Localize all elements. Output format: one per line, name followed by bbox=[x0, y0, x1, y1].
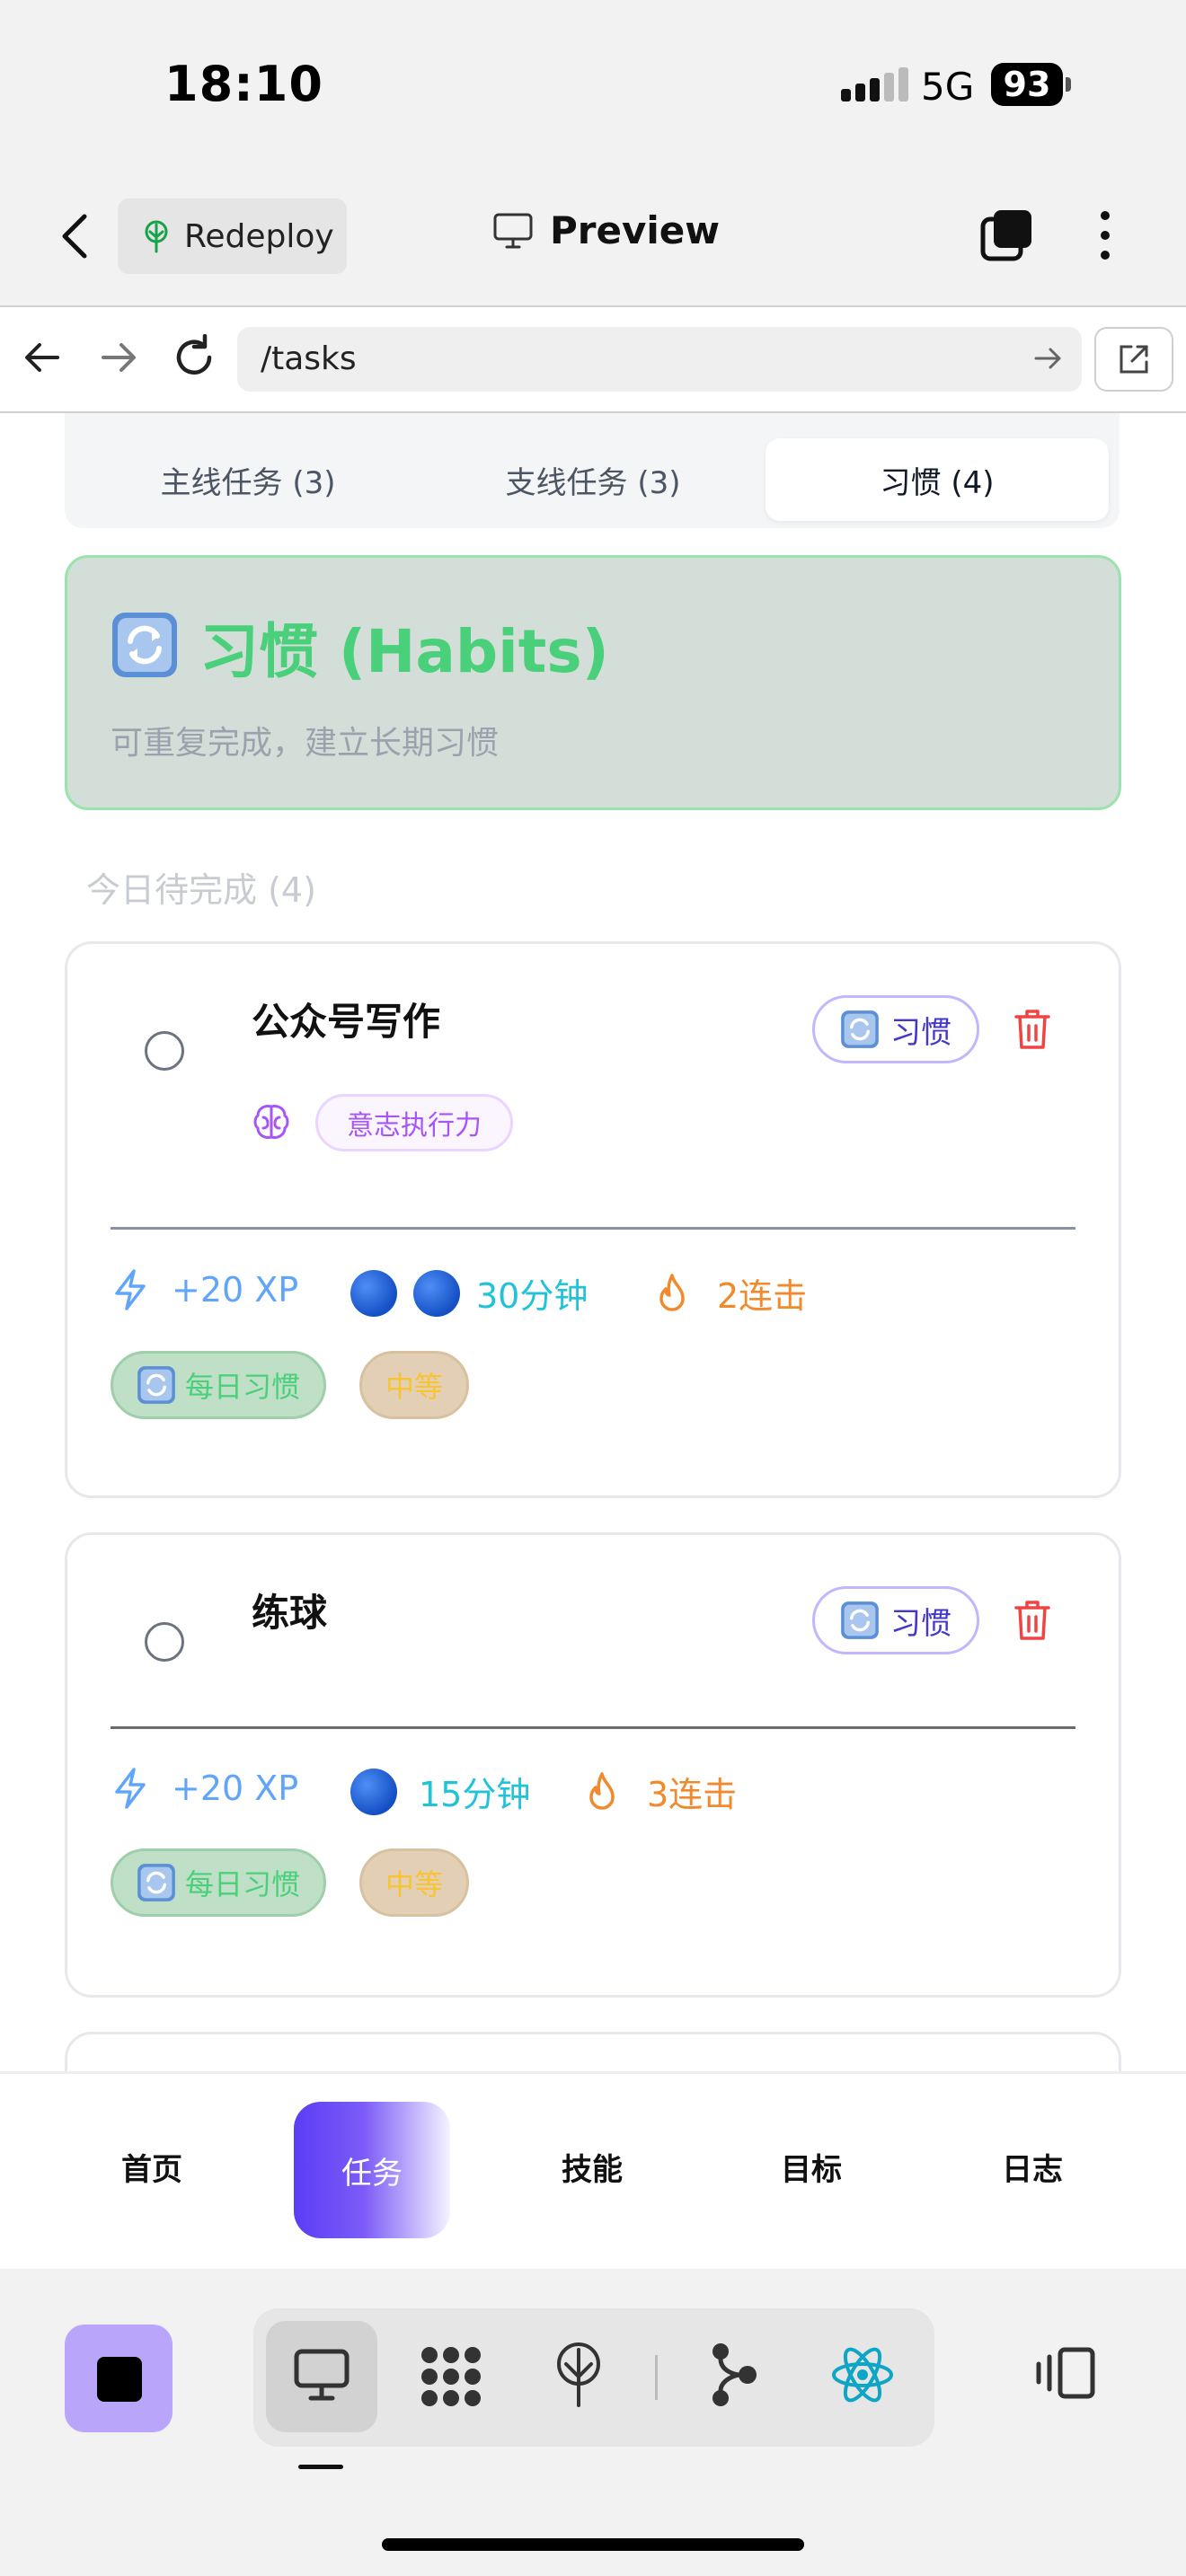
redeploy-label: Redeploy bbox=[184, 217, 334, 255]
tabs-icon[interactable] bbox=[979, 208, 1033, 262]
tab-main-quests[interactable]: 主线任务 (3) bbox=[83, 438, 413, 521]
url-text[interactable]: /tasks bbox=[261, 340, 357, 377]
arrow-right-icon[interactable] bbox=[1031, 342, 1064, 375]
xp-stat: +20 XP bbox=[111, 1767, 298, 1810]
nav-item-journal[interactable]: 日志 bbox=[956, 2145, 1109, 2189]
skill-chip: 意志执行力 bbox=[315, 1094, 513, 1151]
preview-title: Preview bbox=[492, 208, 720, 252]
refresh-emoji-icon bbox=[137, 1864, 175, 1901]
section-label: 今日待完成 (4) bbox=[86, 870, 316, 910]
time-value: 15分钟 bbox=[419, 1775, 531, 1814]
daily-habit-tag: 每日习惯 bbox=[111, 1848, 327, 1917]
reload-icon[interactable] bbox=[171, 334, 217, 381]
battery-tip bbox=[1066, 77, 1071, 92]
xp-value: +20 XP bbox=[172, 1769, 299, 1808]
difficulty-tag: 中等 bbox=[359, 1848, 470, 1917]
nav-back-icon[interactable] bbox=[22, 336, 65, 379]
habit-type-label: 习惯 bbox=[890, 1605, 951, 1642]
banner-subtitle: 可重复完成，建立长期习惯 bbox=[111, 725, 500, 762]
brain-icon bbox=[253, 1105, 289, 1139]
status-time: 18:10 bbox=[164, 56, 323, 112]
home-indicator bbox=[382, 2538, 804, 2551]
fire-icon bbox=[659, 1273, 685, 1311]
refresh-emoji-icon bbox=[137, 1366, 175, 1404]
streak-value: 3连击 bbox=[647, 1775, 738, 1814]
difficulty-tag: 中等 bbox=[359, 1351, 470, 1419]
stop-icon bbox=[97, 2357, 142, 2402]
trash-icon[interactable] bbox=[1013, 1599, 1052, 1642]
tab-side-quests[interactable]: 支线任务 (3) bbox=[428, 438, 758, 521]
habit-type-badge: 习惯 bbox=[812, 995, 979, 1063]
daily-habit-tag: 每日习惯 bbox=[111, 1351, 327, 1419]
tree-icon[interactable] bbox=[552, 2341, 606, 2409]
blue-circle-icon bbox=[350, 1768, 397, 1815]
streak-stat: 3连击 bbox=[584, 1767, 737, 1816]
more-icon[interactable] bbox=[1094, 208, 1116, 262]
daily-habit-label: 每日习惯 bbox=[185, 1370, 301, 1404]
panel-icon[interactable] bbox=[1033, 2344, 1098, 2402]
monitor-icon bbox=[493, 213, 533, 248]
nav-item-skills[interactable]: 技能 bbox=[516, 2145, 668, 2189]
blue-circle-icon bbox=[413, 1269, 460, 1317]
complete-checkbox[interactable] bbox=[145, 1622, 184, 1662]
streak-value: 2连击 bbox=[717, 1276, 808, 1316]
back-icon[interactable] bbox=[54, 211, 97, 261]
react-icon[interactable] bbox=[830, 2342, 895, 2407]
nav-forward-icon[interactable] bbox=[96, 336, 139, 379]
nav-item-tasks[interactable]: 任务 bbox=[294, 2102, 450, 2238]
preview-label: Preview bbox=[550, 208, 721, 252]
streak-stat: 2连击 bbox=[654, 1268, 807, 1318]
fire-icon bbox=[589, 1771, 615, 1810]
nav-item-goals[interactable]: 目标 bbox=[735, 2145, 888, 2189]
time-stat: 15分钟 bbox=[350, 1767, 530, 1816]
habit-type-label: 习惯 bbox=[890, 1014, 951, 1051]
branch-icon[interactable] bbox=[708, 2341, 758, 2409]
trash-icon[interactable] bbox=[1013, 1008, 1052, 1051]
xp-value: +20 XP bbox=[172, 1270, 299, 1310]
battery-icon: 93 bbox=[991, 63, 1063, 106]
grid-dots-icon[interactable] bbox=[419, 2344, 483, 2409]
network-type: 5G bbox=[921, 65, 975, 109]
time-value: 30分钟 bbox=[476, 1276, 589, 1316]
task-title: 练球 bbox=[252, 1591, 328, 1635]
tree-icon bbox=[145, 220, 168, 253]
daily-habit-label: 每日习惯 bbox=[185, 1867, 301, 1901]
card-divider bbox=[111, 1726, 1075, 1729]
card-divider bbox=[111, 1227, 1075, 1230]
xp-stat: +20 XP bbox=[111, 1268, 298, 1311]
refresh-emoji-icon bbox=[112, 613, 177, 677]
nav-item-home[interactable]: 首页 bbox=[75, 2145, 228, 2189]
signal-icon bbox=[841, 67, 913, 101]
habit-type-badge: 习惯 bbox=[812, 1586, 979, 1654]
open-external-icon bbox=[1120, 345, 1148, 374]
lightning-icon bbox=[115, 1269, 146, 1310]
blue-circle-icon bbox=[350, 1269, 397, 1317]
open-external-button[interactable] bbox=[1094, 327, 1173, 392]
refresh-emoji-icon bbox=[841, 1601, 879, 1639]
lightning-icon bbox=[115, 1768, 146, 1809]
active-tool-indicator bbox=[298, 2465, 343, 2469]
complete-checkbox[interactable] bbox=[145, 1031, 184, 1071]
url-field[interactable] bbox=[237, 327, 1082, 392]
time-stat: 30分钟 bbox=[350, 1268, 588, 1318]
tool-separator bbox=[655, 2355, 658, 2400]
tab-habits[interactable]: 习惯 (4) bbox=[766, 438, 1109, 521]
redeploy-button[interactable]: Redeploy bbox=[118, 198, 347, 274]
banner-title: 习惯 (Habits) bbox=[199, 617, 609, 686]
task-title: 公众号写作 bbox=[252, 1000, 441, 1044]
desktop-icon bbox=[294, 2349, 350, 2401]
refresh-emoji-icon bbox=[841, 1010, 879, 1048]
